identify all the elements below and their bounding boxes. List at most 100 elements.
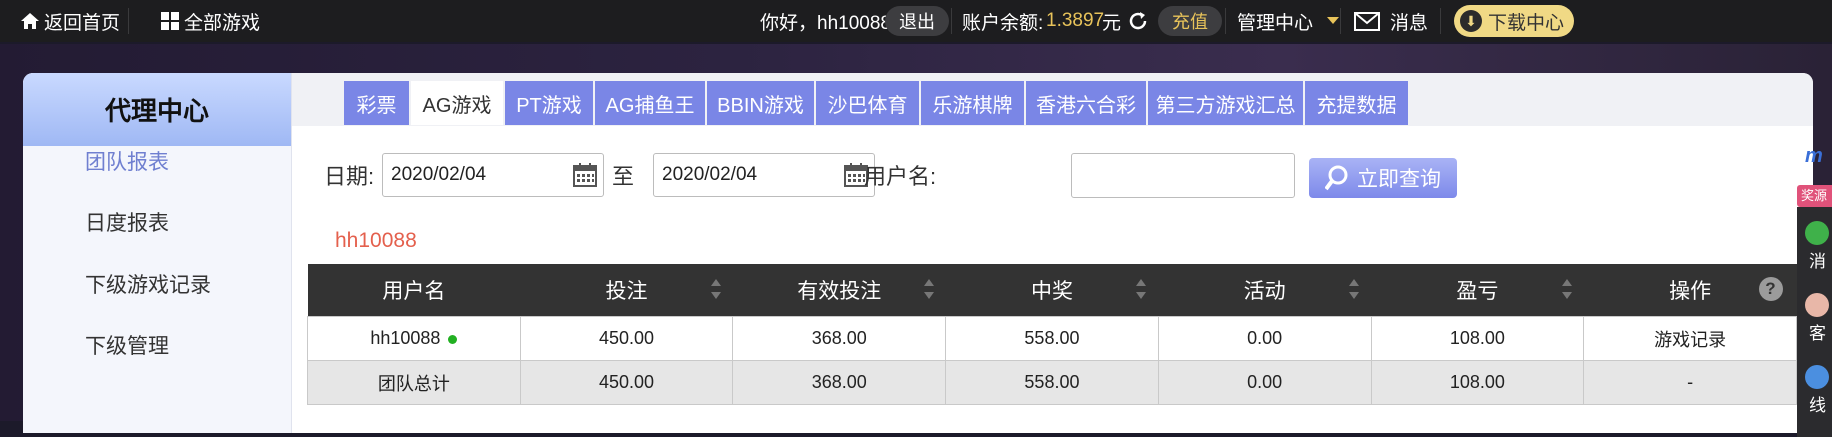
download-center-label: 下载中心 <box>1488 12 1565 34</box>
cell-user: hh10088 <box>307 316 521 361</box>
header-username: 用户名 <box>307 264 521 317</box>
to-label: 至 <box>612 164 635 189</box>
cell-activity: 0.00 <box>1157 360 1372 405</box>
divider <box>951 8 952 34</box>
header-win[interactable]: 中奖 <box>945 264 1159 317</box>
download-center-pill: ⬇ 下载中心 <box>1454 5 1575 37</box>
divider <box>128 8 129 34</box>
table-header: 用户名 投注 有效投注 中奖 活动 盈亏 操作? <box>307 264 1797 317</box>
manage-center-menu[interactable]: 管理中心 <box>1237 0 1340 42</box>
refresh-balance-button[interactable] <box>1127 0 1149 42</box>
tab-deposit-withdraw[interactable]: 充提数据 <box>1305 81 1408 125</box>
header-bet[interactable]: 投注 <box>520 264 733 317</box>
home-icon <box>21 13 39 29</box>
sort-icon[interactable] <box>1136 279 1147 299</box>
mail-icon <box>1354 11 1380 31</box>
divider <box>1340 8 1341 34</box>
messages-label: 消息 <box>1390 12 1429 34</box>
download-icon: ⬇ <box>1460 10 1482 32</box>
divider <box>1440 8 1441 34</box>
tab-lottery[interactable]: 彩票 <box>344 81 409 125</box>
sidebar-title: 代理中心 <box>23 73 291 146</box>
date-from-input[interactable]: 2020/02/04 <box>382 153 604 197</box>
line-icon[interactable] <box>1805 365 1829 389</box>
username-label: 用户名: <box>864 164 937 189</box>
floating-label-service[interactable]: 客 <box>1809 319 1826 344</box>
sidebar-item-daily-report[interactable]: 日度报表 <box>85 207 169 237</box>
game-records-link[interactable]: 游戏记录 <box>1583 316 1797 361</box>
sort-icon[interactable] <box>710 279 721 299</box>
game-tabs: 彩票 AG游戏 PT游戏 AG捕鱼王 BBIN游戏 沙巴体育 乐游棋牌 香港六合… <box>292 73 1813 126</box>
manage-center-label: 管理中心 <box>1237 12 1314 34</box>
cell-bet: 450.00 <box>519 360 734 405</box>
tab-pt-games[interactable]: PT游戏 <box>505 81 593 125</box>
logout-label: 退出 <box>885 6 949 36</box>
top-bar: 返回首页 全部游戏 你好，hh10088 退出 账户余额: 1.3897 元 充… <box>0 0 1832 42</box>
date-to-input[interactable]: 2020/02/04 <box>653 153 875 197</box>
sort-icon[interactable] <box>1349 279 1360 299</box>
tab-bbin-games[interactable]: BBIN游戏 <box>707 81 814 125</box>
tab-saba-sports[interactable]: 沙巴体育 <box>816 81 919 125</box>
greeting: 你好，hh10088 <box>760 12 891 34</box>
all-games-label: 全部游戏 <box>184 12 261 34</box>
cell-user: 团队总计 <box>307 360 521 405</box>
sort-icon[interactable] <box>1561 279 1572 299</box>
table-row: hh10088 450.00 368.00 558.00 0.00 108.00… <box>307 316 1797 361</box>
messages-link[interactable]: 消息 <box>1354 0 1428 42</box>
download-center-button[interactable]: ⬇ 下载中心 <box>1454 0 1575 42</box>
logout-button[interactable]: 退出 <box>885 0 949 42</box>
customer-service-icon[interactable] <box>1805 293 1829 317</box>
search-icon <box>1325 165 1348 191</box>
cell-activity: 0.00 <box>1157 316 1372 361</box>
table-row-total: 团队总计 450.00 368.00 558.00 0.00 108.00 - <box>307 360 1797 405</box>
tab-hk-mark-six[interactable]: 香港六合彩 <box>1026 81 1146 125</box>
chat-icon[interactable] <box>1805 221 1829 245</box>
cell-valid-bet: 368.00 <box>732 360 947 405</box>
username-input[interactable] <box>1071 153 1295 198</box>
report-content: 彩票 AG游戏 PT游戏 AG捕鱼王 BBIN游戏 沙巴体育 乐游棋牌 香港六合… <box>292 73 1813 433</box>
home-label: 返回首页 <box>44 12 121 34</box>
sort-icon[interactable] <box>923 279 934 299</box>
all-games-link[interactable]: 全部游戏 <box>161 0 260 42</box>
divider <box>1225 8 1226 34</box>
cell-profit: 108.00 <box>1370 316 1585 361</box>
balance-value: 1.3897 <box>1046 10 1105 31</box>
calendar-icon[interactable] <box>573 163 597 187</box>
tab-ag-fishing[interactable]: AG捕鱼王 <box>595 81 705 125</box>
sidebar: 代理中心 团队报表 日度报表 下级游戏记录 下级管理 <box>23 73 292 433</box>
tab-ag-games[interactable]: AG游戏 <box>411 81 503 125</box>
cell-profit: 108.00 <box>1370 360 1585 405</box>
header-valid-bet[interactable]: 有效投注 <box>732 264 946 317</box>
floating-label-message[interactable]: 消 <box>1809 247 1826 272</box>
cell-bet: 450.00 <box>519 316 734 361</box>
recharge-label: 充值 <box>1158 6 1222 36</box>
tab-third-party-summary[interactable]: 第三方游戏汇总 <box>1148 81 1303 125</box>
sidebar-item-subordinate-management[interactable]: 下级管理 <box>85 330 169 360</box>
tab-leyou-chess[interactable]: 乐游棋牌 <box>921 81 1024 125</box>
sidebar-item-team-report[interactable]: 团队报表 <box>85 146 169 176</box>
date-label: 日期: <box>324 164 375 189</box>
date-from-value: 2020/02/04 <box>391 164 487 185</box>
agent-center-panel: 代理中心 团队报表 日度报表 下级游戏记录 下级管理 彩票 AG游戏 PT游戏 … <box>23 73 1813 433</box>
help-icon[interactable]: ? <box>1758 277 1783 301</box>
floating-badge[interactable]: 奖源 <box>1797 185 1832 207</box>
caret-down-icon <box>1327 17 1340 24</box>
query-button[interactable]: 立即查询 <box>1309 158 1457 198</box>
date-to-value: 2020/02/04 <box>662 164 758 185</box>
cell-action: - <box>1583 360 1797 405</box>
floating-label-line[interactable]: 线 <box>1809 391 1826 416</box>
home-link[interactable]: 返回首页 <box>20 0 120 42</box>
floating-service-strip: m 奖源 消 客 线 <box>1797 131 1832 437</box>
current-user-tag[interactable]: hh10088 <box>335 229 417 253</box>
cell-valid-bet: 368.00 <box>732 316 947 361</box>
report-table: 用户名 投注 有效投注 中奖 活动 盈亏 操作? hh10088 450.00 … <box>307 264 1797 405</box>
header-profit[interactable]: 盈亏 <box>1371 264 1584 317</box>
sidebar-item-subordinate-game-records[interactable]: 下级游戏记录 <box>85 269 211 299</box>
header-action: 操作? <box>1583 264 1797 317</box>
balance-label: 账户余额: <box>962 12 1044 34</box>
recharge-button[interactable]: 充值 <box>1158 0 1222 42</box>
header-activity[interactable]: 活动 <box>1158 264 1372 317</box>
online-status-icon <box>448 334 458 344</box>
brand-logo-icon: m <box>1805 145 1823 167</box>
balance-unit: 元 <box>1102 12 1122 34</box>
